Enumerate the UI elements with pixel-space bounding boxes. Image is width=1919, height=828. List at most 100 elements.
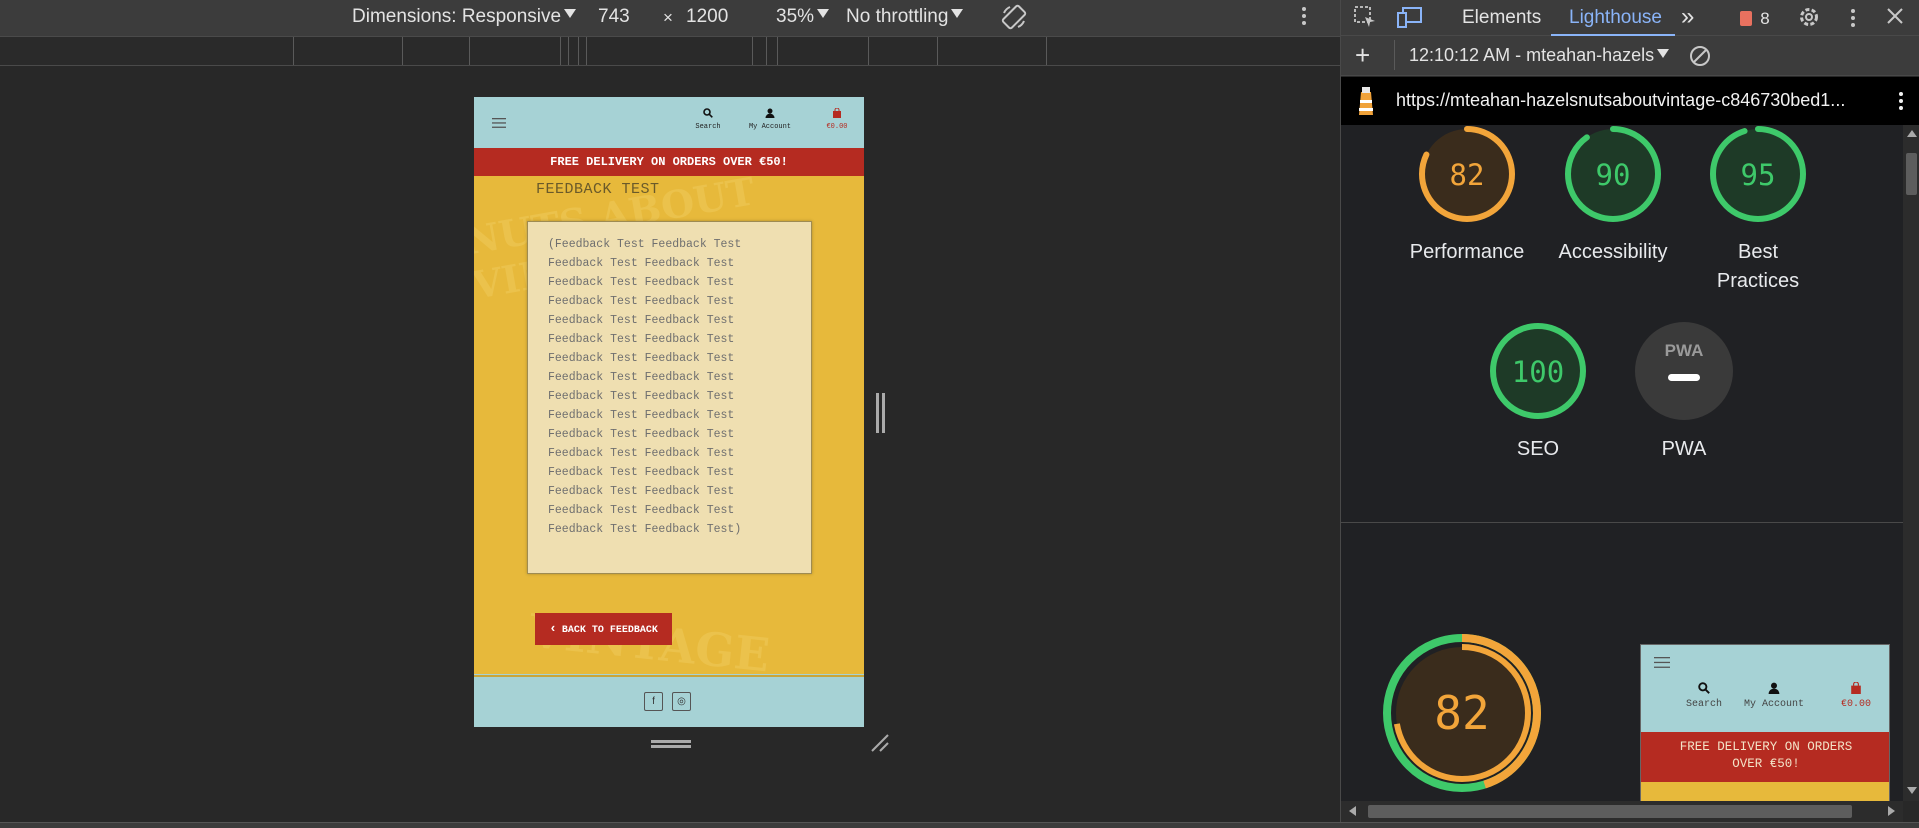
site-header: Search My Account €0.00 [474, 97, 864, 147]
rotate-icon[interactable] [1000, 3, 1028, 37]
device-toolbar-icon[interactable] [1397, 5, 1423, 35]
ruler-tick [568, 37, 569, 65]
vertical-scrollbar[interactable] [1903, 125, 1919, 801]
scroll-right-icon[interactable] [1888, 806, 1895, 816]
horizontal-scrollbar[interactable] [1341, 801, 1903, 822]
ruler-tick [402, 37, 403, 65]
caret-down-icon [817, 9, 830, 19]
section-divider [1341, 522, 1903, 523]
score-label-line: SEO [1516, 438, 1560, 460]
lighthouse-toolbar: + 12:10:12 AM - mteahan-hazels [1341, 36, 1919, 76]
feedback-detail-main: NUTS ABOUT VINTAGE VINTAGE FEEDBACK TEST… [474, 176, 864, 674]
user-icon [1768, 682, 1780, 694]
more-options-icon[interactable] [1300, 4, 1308, 34]
hamburger-menu-icon [1654, 656, 1670, 674]
devtools-tab-bar: Elements Lighthouse » 8 [1341, 0, 1919, 36]
nav-search[interactable]: Search [688, 105, 728, 131]
tab-lighthouse[interactable]: Lighthouse [1569, 7, 1662, 29]
media-query-ruler[interactable] [0, 36, 1340, 66]
score-gauge-seo[interactable]: 100 [1489, 322, 1587, 420]
thumb-nav-bag: €0.00 [1831, 681, 1881, 710]
score-label-line: Performance [1409, 241, 1525, 263]
throttling-dropdown[interactable]: No throttling [846, 6, 964, 28]
thumb-banner-line1: FREE DELIVERY ON ORDERS [1679, 740, 1853, 754]
width-input[interactable]: 743 [598, 6, 630, 28]
more-options-icon[interactable] [1897, 89, 1905, 118]
height-input[interactable]: 1200 [686, 6, 728, 28]
lighthouse-logo-icon [1353, 86, 1379, 121]
score-gauge-performance[interactable]: 82 [1418, 125, 1516, 223]
feedback-text: (Feedback Test Feedback Test Feedback Te… [548, 238, 742, 536]
ruler-tick [752, 37, 753, 65]
report-url[interactable]: https://mteahan-hazelsnutsaboutvintage-c… [1396, 90, 1845, 111]
pwa-dash-icon [1668, 374, 1700, 381]
ruler-tick [766, 37, 767, 65]
ruler-tick [578, 37, 579, 65]
score-label: PWA [1609, 435, 1759, 464]
ruler-tick [293, 37, 294, 65]
nav-account[interactable]: My Account [742, 105, 798, 131]
thumb-nav-search: Search [1679, 681, 1729, 710]
page-screenshot-thumbnail[interactable]: Search My Account €0.00 FREE DELIVERY ON… [1640, 644, 1890, 804]
bag-total: €0.00 [826, 123, 848, 131]
pwa-badge-text: PWA [1665, 341, 1704, 360]
chevron-left-icon: ‹ [549, 621, 557, 636]
vertical-scroll-thumb[interactable] [1906, 153, 1917, 195]
device-toolbar: Dimensions: Responsive 743 × 1200 35% No… [0, 0, 1340, 36]
score-gauge-best[interactable]: 95 [1709, 125, 1807, 223]
horizontal-scroll-thumb[interactable] [1368, 805, 1852, 818]
site-footer: f ◎ [474, 675, 864, 727]
new-report-icon[interactable]: + [1355, 42, 1370, 68]
close-icon[interactable] [1886, 7, 1904, 31]
score-label: Performance [1392, 238, 1542, 267]
inspect-element-icon[interactable] [1353, 5, 1377, 35]
toolbar-divider [1394, 40, 1395, 70]
zoom-label: 35% [776, 6, 815, 27]
thumb-banner-line2: OVER €50! [1732, 757, 1800, 771]
hamburger-menu-icon[interactable] [492, 116, 506, 134]
more-tabs-icon[interactable]: » [1681, 3, 1694, 31]
instagram-icon[interactable]: ◎ [672, 692, 691, 711]
ruler-tick [560, 37, 561, 65]
score-gauge-accessibility[interactable]: 90 [1564, 125, 1662, 223]
score-label-line: Best [1737, 241, 1779, 263]
devtools-panel: Elements Lighthouse » 8 + 12:10:12 AM - … [1340, 0, 1919, 822]
score-gauge-pwa[interactable]: PWA [1635, 322, 1733, 420]
tab-elements[interactable]: Elements [1462, 7, 1541, 29]
scroll-up-icon[interactable] [1907, 130, 1917, 137]
dimensions-dropdown[interactable]: Dimensions: Responsive [352, 6, 577, 28]
more-options-icon[interactable] [1849, 6, 1857, 36]
clear-reports-icon[interactable] [1689, 45, 1711, 72]
scroll-down-icon[interactable] [1907, 787, 1917, 794]
emulated-viewport: Search My Account €0.00 FREE DELIVERY ON… [474, 97, 864, 727]
ruler-tick [586, 37, 587, 65]
search-icon [703, 108, 713, 118]
zoom-dropdown[interactable]: 35% [776, 6, 830, 28]
feedback-title: FEEDBACK TEST [536, 181, 660, 198]
scroll-left-icon[interactable] [1349, 806, 1356, 816]
issues-badge[interactable]: 8 [1740, 8, 1770, 30]
free-delivery-banner: FREE DELIVERY ON ORDERS OVER €50! [474, 148, 864, 176]
shopping-bag-icon [1851, 681, 1861, 694]
facebook-icon[interactable]: f [644, 692, 663, 711]
score-value: 100 [1512, 355, 1564, 389]
ruler-tick [937, 37, 938, 65]
report-selector[interactable]: 12:10:12 AM - mteahan-hazels [1409, 45, 1670, 66]
score-label: SEO [1463, 435, 1613, 464]
thumbnail-header: Search My Account €0.00 [1641, 645, 1889, 732]
score-value: 90 [1596, 158, 1631, 192]
score-label-line: Accessibility [1558, 241, 1668, 263]
thumb-bag-total: €0.00 [1840, 699, 1871, 710]
device-emulation-area: Dimensions: Responsive 743 × 1200 35% No… [0, 0, 1340, 828]
resize-handle-right[interactable] [876, 393, 885, 433]
nav-account-label: My Account [748, 123, 791, 131]
resize-handle-corner[interactable] [870, 733, 890, 753]
search-icon [1698, 682, 1710, 694]
gear-icon[interactable] [1797, 5, 1821, 35]
nav-bag[interactable]: €0.00 [820, 105, 854, 131]
back-to-feedback-button[interactable]: ‹ BACK TO FEEDBACK [535, 613, 672, 645]
resize-handle-bottom[interactable] [651, 740, 691, 748]
performance-big-gauge[interactable]: 82 [1378, 629, 1546, 797]
ruler-tick [469, 37, 470, 65]
big-score-value: 82 [1434, 686, 1489, 740]
